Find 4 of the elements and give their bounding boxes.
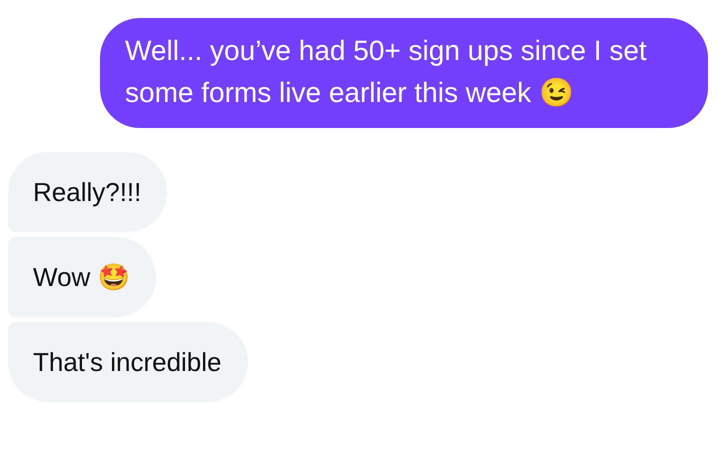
message-bubble: That's incredible [8,322,248,402]
message-bubble: Really?!!! [8,152,168,232]
message-bubble: Wow 🤩 [8,237,156,317]
message-bubble: Well... you’ve had 50+ sign ups since I set some forms live earlier this week 😉 [100,18,708,128]
